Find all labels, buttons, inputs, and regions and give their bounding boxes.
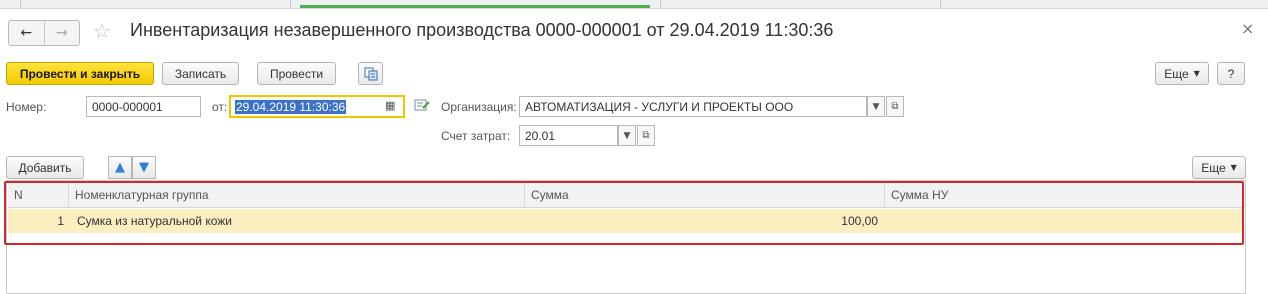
date-label: от: — [212, 100, 228, 114]
chevron-down-icon: ▼ — [1193, 69, 1200, 78]
more-button-label: Еще — [1164, 66, 1189, 81]
pencil-note-svg — [414, 99, 430, 111]
edit-note-icon[interactable] — [414, 98, 430, 115]
tab-strip — [0, 0, 1268, 9]
save-button[interactable]: Записать — [162, 62, 239, 85]
close-icon[interactable]: × — [1241, 19, 1254, 38]
tab-separator — [660, 0, 661, 8]
add-row-button[interactable]: Добавить — [6, 156, 84, 179]
more-button[interactable]: Еще ▼ — [1155, 62, 1209, 85]
tab-separator — [290, 0, 291, 8]
help-button[interactable]: ? — [1217, 62, 1245, 85]
number-field[interactable]: 0000-000001 — [86, 96, 201, 117]
cost-account-dropdown-icon[interactable]: ▼ — [618, 125, 636, 146]
favorite-star-icon[interactable]: ☆ — [93, 19, 111, 43]
highlight-frame — [4, 181, 1244, 245]
date-value: 29.04.2019 11:30:36 — [235, 99, 347, 114]
tab-separator — [940, 0, 941, 8]
post-and-close-button[interactable]: Провести и закрыть — [6, 62, 154, 85]
post-button[interactable]: Провести — [257, 62, 336, 85]
page-title: Инвентаризация незавершенного производст… — [130, 20, 834, 40]
related-documents-button[interactable] — [358, 62, 383, 85]
organization-dropdown-icon[interactable]: ▼ — [867, 96, 885, 117]
forward-arrow-icon[interactable]: → — [43, 21, 80, 45]
back-arrow-icon[interactable]: ← — [9, 21, 44, 45]
number-label: Номер: — [6, 100, 47, 114]
documents-structure-icon — [364, 67, 377, 80]
cost-account-label: Счет затрат: — [441, 129, 511, 143]
tab-separator — [20, 0, 21, 8]
chevron-down-icon: ▼ — [1230, 163, 1237, 172]
move-up-icon[interactable]: ▲ — [108, 156, 132, 179]
date-field[interactable]: 29.04.2019 11:30:36 — [229, 95, 405, 118]
organization-open-icon[interactable]: ⧉ — [886, 96, 904, 117]
cost-account-field[interactable]: 20.01 — [519, 125, 618, 146]
cost-account-open-icon[interactable]: ⧉ — [637, 125, 655, 146]
active-tab-indicator — [300, 5, 650, 8]
move-down-icon[interactable]: ▼ — [132, 156, 156, 179]
table-more-button[interactable]: Еще ▼ — [1192, 156, 1246, 179]
nav-buttons: ← → — [8, 20, 80, 46]
organization-field[interactable]: АВТОМАТИЗАЦИЯ - УСЛУГИ И ПРОЕКТЫ ООО — [519, 96, 867, 117]
calendar-icon[interactable]: ▦ — [385, 99, 395, 112]
table-more-label: Еще — [1201, 160, 1226, 175]
organization-label: Организация: — [441, 100, 517, 114]
